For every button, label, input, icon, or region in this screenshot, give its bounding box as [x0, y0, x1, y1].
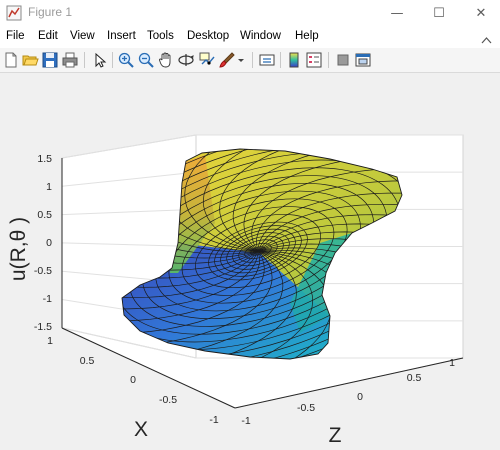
menu-help[interactable]: Help: [295, 30, 319, 42]
toolbar-separator: [328, 52, 329, 68]
toolbar-separator: [280, 52, 281, 68]
window-title: Figure 1: [28, 5, 73, 19]
y-tick-label: -0.5: [297, 402, 315, 414]
brush-icon[interactable]: [218, 51, 236, 69]
toolbar-separator: [84, 52, 85, 68]
zoom-in-icon[interactable]: [117, 51, 135, 69]
menu-desktop[interactable]: Desktop: [187, 30, 229, 42]
figure-toolbar: [0, 48, 500, 73]
menu-view[interactable]: View: [70, 30, 95, 42]
z-axis-label: u(R,θ ): [7, 217, 30, 281]
y-tick-label: 1: [449, 357, 455, 369]
hide-tools-icon[interactable]: [334, 51, 352, 69]
rotate-3d-icon[interactable]: [177, 51, 195, 69]
surface-plot: 1.5 1 0.5 0 -0.5 -1 -1.5 1 0.5 0 -0.5 -1…: [7, 134, 464, 447]
z-tick-label: 1: [46, 181, 52, 193]
print-icon[interactable]: [61, 51, 79, 69]
colorbar-icon[interactable]: [285, 51, 303, 69]
open-file-icon[interactable]: [21, 51, 39, 69]
figure-canvas[interactable]: 1.5 1 0.5 0 -0.5 -1 -1.5 1 0.5 0 -0.5 -1…: [0, 73, 500, 450]
toolbar-separator: [112, 52, 113, 68]
y-tick-label: 0: [357, 391, 363, 403]
dock-icon[interactable]: [354, 51, 372, 69]
zoom-out-icon[interactable]: [137, 51, 155, 69]
minimize-button[interactable]: —: [374, 0, 420, 27]
menu-window[interactable]: Window: [240, 30, 281, 42]
z-tick-label: -0.5: [34, 265, 52, 277]
z-tick-label: 0: [46, 237, 52, 249]
menu-tools[interactable]: Tools: [147, 30, 174, 42]
y-axis-label: Z: [329, 424, 342, 447]
z-tick-label: 1.5: [37, 153, 52, 165]
title-bar: Figure 1 — ☐ ✕: [0, 0, 500, 28]
data-cursor-icon[interactable]: [198, 51, 216, 69]
brush-dropdown-icon[interactable]: [236, 51, 246, 69]
z-tick-label: 0.5: [37, 209, 52, 221]
z-tick-label: -1.5: [34, 321, 52, 333]
figure-window: Figure 1 — ☐ ✕ File Edit View Insert Too…: [0, 0, 500, 450]
edit-plot-arrow-icon[interactable]: [90, 51, 108, 69]
x-tick-label: 1: [47, 335, 53, 347]
menu-file[interactable]: File: [6, 30, 25, 42]
pan-hand-icon[interactable]: [157, 51, 175, 69]
legend-icon[interactable]: [305, 51, 323, 69]
toolbar-collapse-icon[interactable]: [481, 31, 492, 44]
z-ticks: 1.5 1 0.5 0 -0.5 -1 -1.5: [34, 153, 52, 333]
y-tick-label: -1: [241, 415, 250, 427]
x-tick-label: 0.5: [80, 355, 95, 367]
menu-edit[interactable]: Edit: [38, 30, 58, 42]
y-tick-label: 0.5: [407, 372, 422, 384]
close-button[interactable]: ✕: [458, 0, 500, 27]
z-tick-label: -1: [43, 293, 52, 305]
toolbar-separator: [252, 52, 253, 68]
save-icon[interactable]: [41, 51, 59, 69]
menu-bar: File Edit View Insert Tools Desktop Wind…: [0, 27, 500, 48]
x-axis-label: X: [134, 418, 148, 441]
new-figure-icon[interactable]: [2, 51, 20, 69]
x-tick-label: -0.5: [159, 394, 177, 406]
link-plot-icon[interactable]: [258, 51, 276, 69]
matlab-figure-icon: [6, 5, 22, 21]
maximize-button[interactable]: ☐: [416, 0, 462, 27]
x-tick-label: 0: [130, 374, 136, 386]
x-tick-label: -1: [209, 414, 218, 426]
menu-insert[interactable]: Insert: [107, 30, 136, 42]
